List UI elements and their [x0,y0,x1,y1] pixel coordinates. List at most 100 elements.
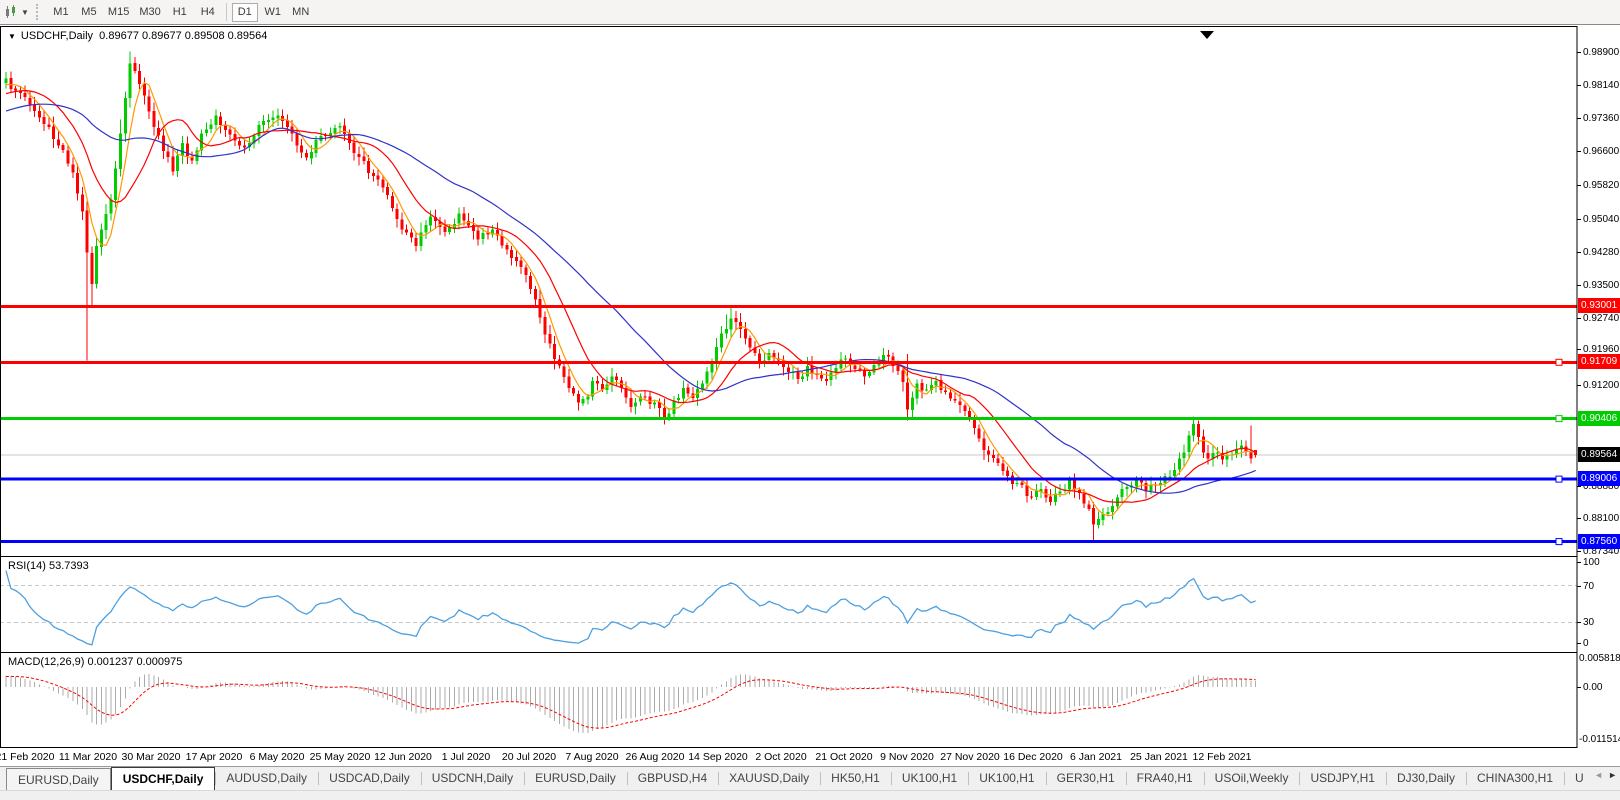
macd-indicator-label: MACD(12,26,9) 0.001237 0.000975 [8,656,182,668]
candle-body [749,338,752,348]
candle-body [353,143,356,153]
date-axis-label: 9 Nov 2020 [880,751,934,763]
macd-signal-value: 0.000975 [136,656,182,668]
chart-tab-usdchf-daily[interactable]: USDCHF,Daily [111,767,216,790]
chart-tab-xauusd-daily[interactable]: XAUUSD,Daily [718,767,820,790]
candle-body [1001,464,1004,472]
tab-scroll-left-icon[interactable]: ◄ [1594,770,1603,780]
chart-tab-audusd-daily[interactable]: AUDUSD,Daily [215,767,318,790]
chart-tab-gbpusd-h4[interactable]: GBPUSD,H4 [627,767,718,790]
candle-body [730,319,733,330]
candle-body [1178,459,1181,470]
macd-axis-tick: 0.00 [1577,680,1620,694]
candle-body [634,402,637,406]
line-drag-handle[interactable] [1556,416,1562,422]
candle-body [24,93,27,97]
candle-body [992,455,995,458]
chart-tab-usdjpy-h1[interactable]: USDJPY,H1 [1299,767,1385,790]
candle-body [687,388,690,394]
candle-body [529,276,532,289]
timeframe-button-m15[interactable]: M15 [104,3,133,22]
timeframe-button-h1[interactable]: H1 [167,3,193,22]
candle-body [67,150,70,163]
candle-body [911,398,914,410]
candle-body [1073,480,1076,489]
candle-body [1187,435,1190,452]
candle-body [1173,470,1176,476]
line-drag-handle[interactable] [1556,476,1562,482]
date-axis-label: 30 Mar 2020 [122,751,181,763]
candle-body [868,372,871,376]
timeframe-button-m5[interactable]: M5 [76,3,102,22]
candle-body [71,165,74,173]
line-drag-handle[interactable] [1556,539,1562,545]
candle-body [405,230,408,233]
toolbar-dropdown-caret[interactable]: ▼ [21,8,29,17]
macd-main-value: 0.001237 [87,656,133,668]
candle-body [396,209,399,219]
candle-body [887,355,890,357]
candle-body [90,253,93,284]
price-axis-tick: 0.96600 [1577,144,1620,158]
chart-tab-ger30-h1[interactable]: GER30,H1 [1046,767,1126,790]
candle-body [520,261,523,267]
chart-shift-marker-icon[interactable] [1200,31,1214,39]
candle-body [458,214,461,224]
line-drag-handle[interactable] [1556,359,1562,365]
charts-toolbar-icon[interactable] [4,5,19,20]
chart-tab-hk50-h1[interactable]: HK50,H1 [820,767,891,790]
chart-tab-uk100-h1[interactable]: UK100,H1 [968,767,1045,790]
date-axis-label: 20 Jul 2020 [502,751,556,763]
candle-body [806,366,809,376]
chart-tab-china300-h1[interactable]: CHINA300,H1 [1466,767,1564,790]
timeframe-button-mn[interactable]: MN [288,3,314,22]
candle-body [124,98,127,133]
chart-tab-usdcnh-daily[interactable]: USDCNH,Daily [421,767,524,790]
candle-body [1183,453,1186,458]
candle-body [210,125,213,129]
candle-body [367,161,370,173]
candle-body [1049,497,1052,502]
chart-tab-usdcad-daily[interactable]: USDCAD,Daily [318,767,421,790]
candle-body [596,381,599,383]
timeframe-button-m1[interactable]: M1 [48,3,74,22]
timeframe-button-m30[interactable]: M30 [135,3,164,22]
candle-body [796,372,799,379]
candle-body [653,402,656,404]
candle-body [1016,483,1019,484]
timeframe-button-h4[interactable]: H4 [195,3,221,22]
chart-tab-fra40-h1[interactable]: FRA40,H1 [1126,767,1204,790]
candle-body [181,143,184,156]
candle-body [129,64,132,98]
candle-body [272,118,275,120]
candle-body [152,111,155,127]
date-axis-label: 2 Oct 2020 [755,751,806,763]
candle-body [672,401,675,414]
chart-tab-dj30-daily[interactable]: DJ30,Daily [1386,767,1466,790]
rsi-indicator-label: RSI(14) 53.7393 [8,560,89,572]
timeframe-button-w1[interactable]: W1 [260,3,286,22]
rsi-axis-tick: 30 [1577,615,1620,629]
chart-tab-u[interactable]: U [1564,767,1595,790]
chart-tab-bar: EURUSD,DailyUSDCHF,DailyAUDUSD,DailyUSDC… [0,766,1620,790]
candle-body [300,145,303,152]
candle-body [1106,512,1109,514]
chart-tab-eurusd-daily[interactable]: EURUSD,Daily [6,768,111,790]
candle-body [119,134,122,169]
price-axis-tick: 0.94280 [1577,245,1620,259]
price-badge-0.89564: 0.89564 [1578,447,1620,462]
candle-body [873,365,876,373]
chart-tab-usoil-weekly[interactable]: USOil,Weekly [1204,767,1300,790]
chart-tab-uk100-h1[interactable]: UK100,H1 [891,767,968,790]
candle-body [572,388,575,394]
tab-scroll-right-icon[interactable]: ► [1608,770,1617,780]
candle-body [400,220,403,230]
candle-body [1030,497,1033,498]
candle-body [548,334,551,343]
timeframe-button-d1[interactable]: D1 [232,3,258,22]
window-menu-triangle-icon[interactable]: ▼ [8,32,16,41]
date-axis-label: 25 May 2020 [310,751,371,763]
chart-tab-eurusd-daily[interactable]: EURUSD,Daily [524,767,627,790]
date-axis-label: 21 Oct 2020 [815,751,872,763]
toolbar-drag-grip[interactable] [36,4,41,20]
